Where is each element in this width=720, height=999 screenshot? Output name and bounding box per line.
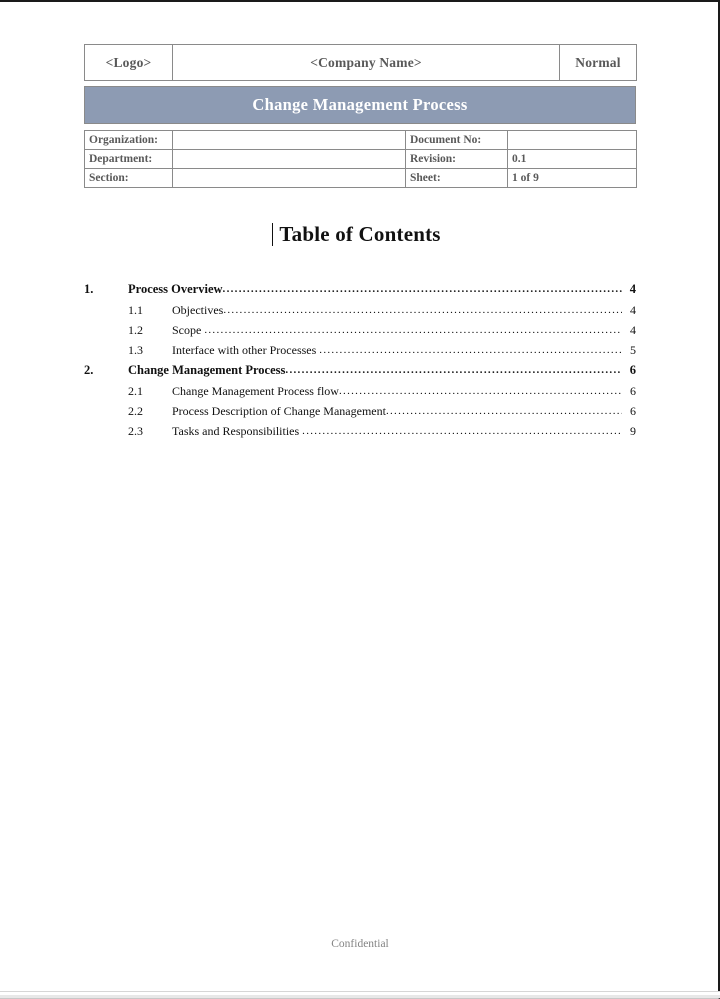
toc-entry-label: Objectives bbox=[172, 303, 224, 317]
page-title: Table of Contents bbox=[272, 222, 441, 247]
meta-label-sheet: Sheet: bbox=[405, 168, 508, 188]
company-name-cell[interactable]: <Company Name> bbox=[172, 44, 560, 81]
toc-entry-number: 1.1 bbox=[128, 303, 143, 317]
toc-entry-number: 2.3 bbox=[128, 424, 143, 438]
text-cursor-caret bbox=[272, 223, 274, 246]
toc-entry[interactable]: 1.2 Scope ...............................… bbox=[84, 323, 636, 343]
toc-entry-number: 2.2 bbox=[128, 404, 143, 418]
toc-entry-number: 2.1 bbox=[128, 384, 143, 398]
document-status-cell[interactable]: Normal bbox=[559, 44, 637, 81]
toc-entry-label: Change Management Process bbox=[128, 363, 286, 377]
page-bottom-edge bbox=[0, 991, 720, 998]
toc-entry-label: Process Description of Change Management bbox=[172, 404, 386, 418]
meta-value-organization[interactable] bbox=[172, 130, 406, 150]
toc-entry-page-number: 9 bbox=[630, 424, 636, 438]
meta-value-document-no[interactable] bbox=[507, 130, 637, 150]
toc-entry[interactable]: 1.1 Objectives...........................… bbox=[84, 303, 636, 323]
page-footer: Confidential bbox=[0, 938, 720, 950]
logo-placeholder-text: <Logo> bbox=[105, 54, 152, 70]
table-row: Department: Revision: 0.1 bbox=[84, 149, 637, 169]
toc-entry-number: 1. bbox=[84, 282, 94, 296]
footer-text: Confidential bbox=[331, 938, 389, 950]
document-title-text: Change Management Process bbox=[252, 95, 468, 114]
toc-entry[interactable]: 1.3 Interface with other Processes ......… bbox=[84, 343, 636, 363]
meta-value-section[interactable] bbox=[172, 168, 406, 188]
document-status-text: Normal bbox=[575, 54, 621, 70]
toc-entry-page-number: 5 bbox=[630, 343, 636, 357]
toc-entry[interactable]: 1. Process Overview......................… bbox=[84, 282, 636, 303]
header-row: <Logo> <Company Name> Normal bbox=[84, 44, 637, 81]
table-of-contents-list: 1. Process Overview......................… bbox=[84, 282, 636, 444]
toc-entry-page-number: 6 bbox=[629, 363, 636, 377]
document-header-table: <Logo> <Company Name> Normal bbox=[84, 44, 637, 81]
toc-entry-label: Scope bbox=[172, 323, 205, 337]
meta-value-sheet[interactable]: 1 of 9 bbox=[507, 168, 637, 188]
toc-dot-leader: ........................................… bbox=[338, 385, 622, 397]
toc-entry-number: 2. bbox=[84, 363, 94, 377]
toc-entry-label: Interface with other Processes bbox=[172, 343, 320, 357]
toc-entry-label: Process Overview bbox=[128, 282, 223, 296]
meta-label-revision: Revision: bbox=[405, 149, 508, 169]
toc-entry-page-number: 6 bbox=[630, 404, 636, 418]
logo-cell[interactable]: <Logo> bbox=[84, 44, 173, 81]
toc-entry-number: 1.3 bbox=[128, 343, 143, 357]
meta-label-organization: Organization: bbox=[84, 130, 173, 150]
toc-heading-row: Table of Contents bbox=[84, 222, 636, 252]
document-meta-table: Organization: Document No: Department: R… bbox=[84, 130, 637, 188]
meta-value-revision[interactable]: 0.1 bbox=[507, 149, 637, 169]
meta-label-section: Section: bbox=[84, 168, 173, 188]
document-page: <Logo> <Company Name> Normal Change Mana… bbox=[0, 0, 720, 999]
document-title-banner: Change Management Process bbox=[84, 86, 636, 124]
toc-entry[interactable]: 2.1 Change Management Process flow.......… bbox=[84, 384, 636, 404]
toc-dot-leader: ........................................… bbox=[204, 324, 622, 336]
page-title-text: Table of Contents bbox=[279, 222, 441, 246]
toc-entry[interactable]: 2. Change Management Process.............… bbox=[84, 363, 636, 384]
toc-entry-page-number: 4 bbox=[630, 323, 636, 337]
toc-dot-leader: ........................................… bbox=[222, 283, 622, 295]
toc-dot-leader: ........................................… bbox=[319, 344, 622, 356]
toc-entry[interactable]: 2.3 Tasks and Responsibilities ..........… bbox=[84, 424, 636, 444]
toc-dot-leader: ........................................… bbox=[223, 304, 622, 316]
toc-entry-label: Tasks and Responsibilities bbox=[172, 424, 303, 438]
meta-label-document-no: Document No: bbox=[405, 130, 508, 150]
meta-value-department[interactable] bbox=[172, 149, 406, 169]
toc-entry[interactable]: 2.2 Process Description of Change Managem… bbox=[84, 404, 636, 424]
table-row: Section: Sheet: 1 of 9 bbox=[84, 168, 637, 188]
toc-entry-page-number: 4 bbox=[629, 282, 636, 296]
document-body: <Logo> <Company Name> Normal Change Mana… bbox=[84, 44, 637, 444]
toc-entry-label: Change Management Process flow bbox=[172, 384, 339, 398]
meta-label-department: Department: bbox=[84, 149, 173, 169]
table-row: Organization: Document No: bbox=[84, 130, 637, 150]
toc-entry-number: 1.2 bbox=[128, 323, 143, 337]
toc-dot-leader: ........................................… bbox=[385, 405, 622, 417]
toc-dot-leader: ........................................… bbox=[302, 425, 622, 437]
company-name-text: <Company Name> bbox=[310, 54, 422, 70]
toc-entry-page-number: 4 bbox=[630, 303, 636, 317]
toc-dot-leader: ........................................… bbox=[285, 364, 622, 376]
toc-entry-page-number: 6 bbox=[630, 384, 636, 398]
